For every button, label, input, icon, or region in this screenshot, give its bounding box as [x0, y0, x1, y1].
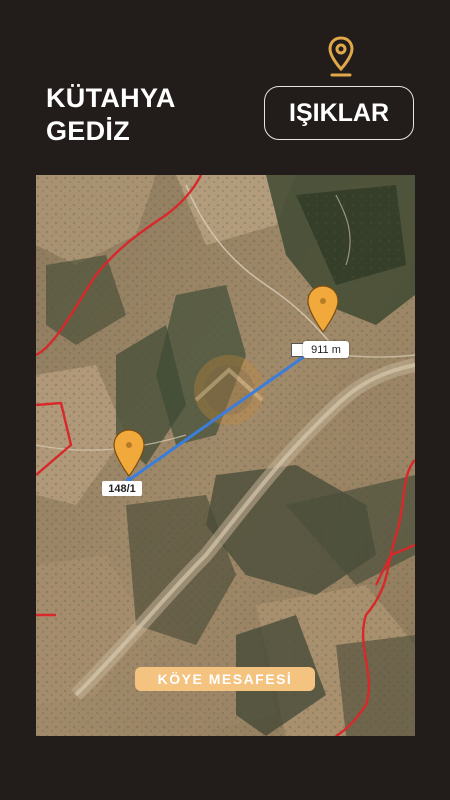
parcel-marker-icon[interactable] [112, 429, 146, 477]
parcel-label: 148/1 [102, 481, 142, 496]
city-name: KÜTAHYA [46, 83, 176, 113]
location-title: KÜTAHYA GEDİZ [46, 82, 176, 148]
distance-caption: KÖYE MESAFESİ [135, 667, 315, 691]
distance-label: 911 m [303, 341, 349, 358]
village-button[interactable]: IŞIKLAR [264, 86, 414, 140]
location-pin-icon [328, 36, 354, 77]
village-marker-icon[interactable] [306, 285, 340, 333]
district-name: GEDİZ [46, 116, 131, 146]
watermark-logo [194, 355, 264, 425]
satellite-map[interactable]: 148/1 911 m [36, 175, 415, 736]
